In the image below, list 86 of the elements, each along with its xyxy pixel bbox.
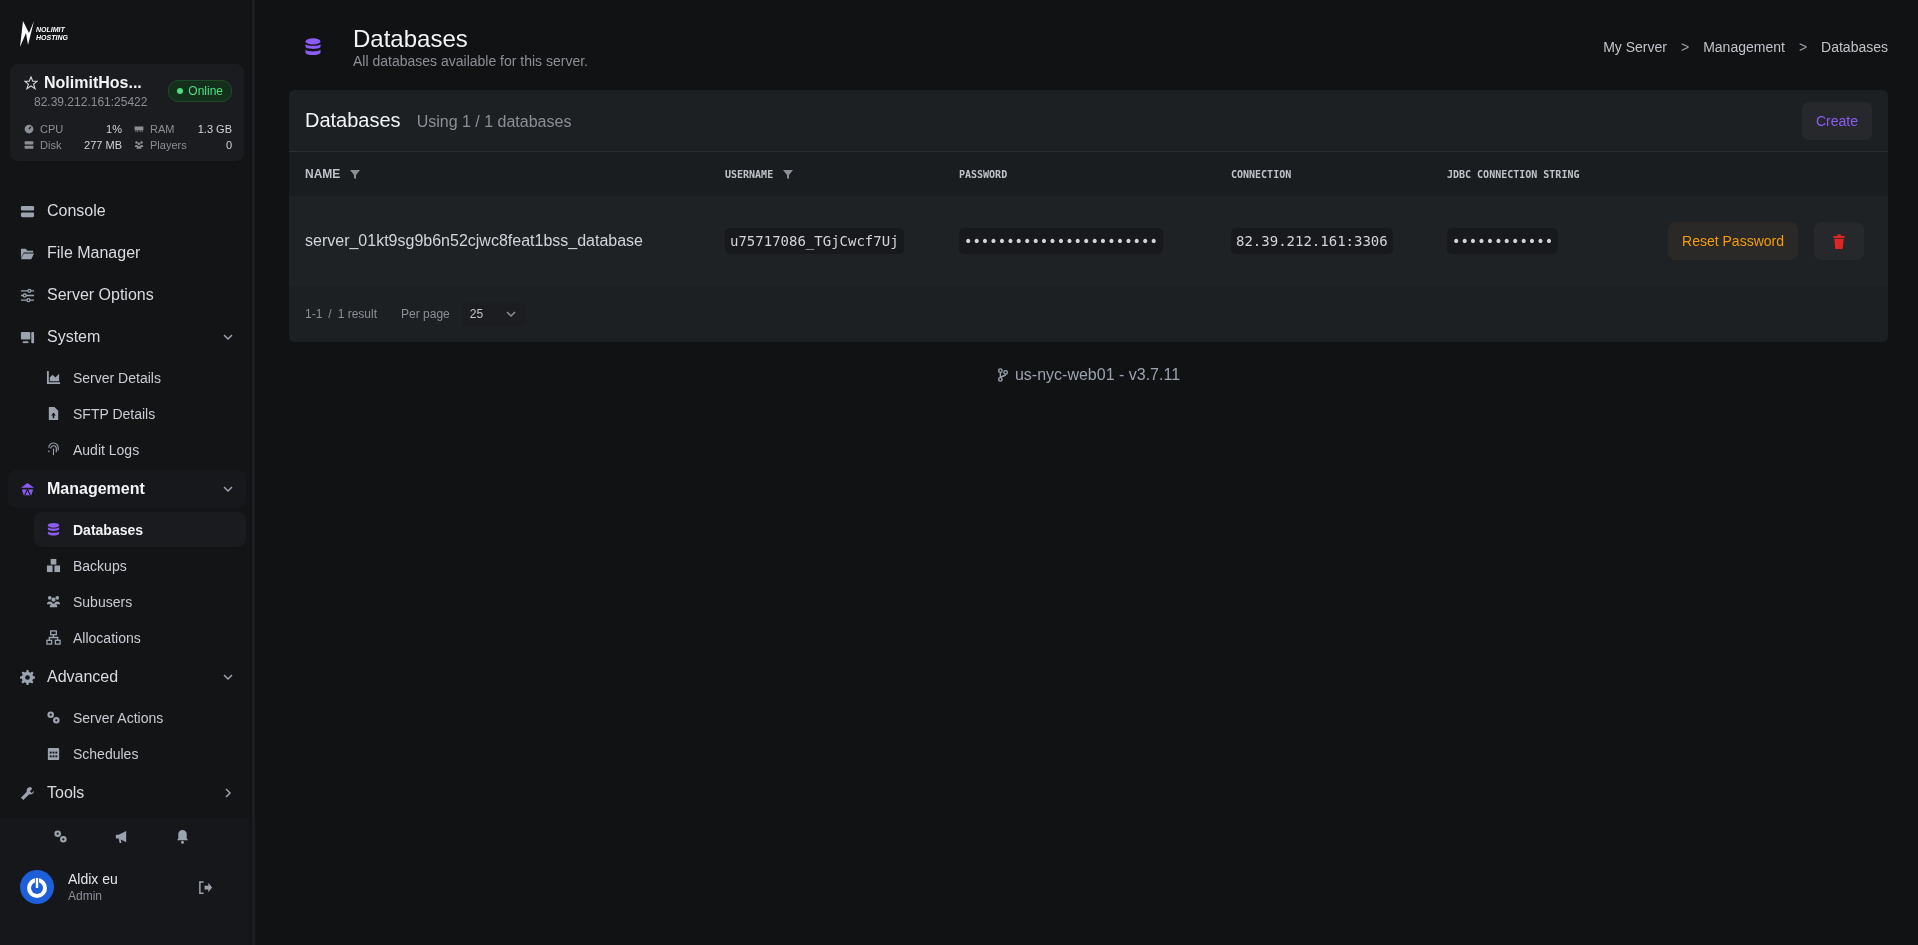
boxes-icon [46,558,61,573]
calendar-icon [46,746,61,761]
page-title: Databases [353,25,469,53]
stat-value: 1% [106,123,122,135]
result-range: 1-1 [305,307,323,321]
nav-item[interactable]: Management [8,470,246,508]
users-icon [134,140,144,150]
trash-icon [1832,233,1846,249]
nav-subitem[interactable]: Subusers [34,584,246,619]
user-role: Admin [68,889,103,903]
tiered-stand-icon [20,481,35,497]
hard-drive-icon [24,140,34,150]
create-button[interactable]: Create [1801,101,1872,140]
breadcrumb-link[interactable]: My Server [1603,39,1667,55]
stat-label: Disk [40,139,63,151]
gears-icon [46,710,61,725]
avatar-icon [20,870,54,904]
chevron-down-icon [505,308,518,320]
nav-subitem[interactable]: Server Actions [34,700,246,735]
connection-chip: 82.39.212.161:3306 [1231,228,1393,254]
gauge-icon [24,124,34,134]
star-icon [24,76,38,90]
breadcrumb-separator: > [1680,39,1690,55]
server-icon [20,203,35,219]
nav-item[interactable]: Tools [8,774,246,812]
delete-button[interactable] [1814,222,1864,260]
column-header: NAME [305,167,341,181]
breadcrumb-link[interactable]: Databases [1821,39,1888,55]
reset-password-button[interactable]: Reset Password [1668,222,1798,260]
nav-item[interactable]: Console [8,192,246,230]
nav-item[interactable]: File Manager [8,234,246,272]
nav-subitem[interactable]: Allocations [34,620,246,655]
nav-item[interactable]: Server Options [8,276,246,314]
status-badge: Online [168,80,232,102]
nav-subitem[interactable]: Schedules [34,736,246,771]
nav-item[interactable]: Advanced [8,658,246,696]
usage-text: Using 1 / 1 databases [416,113,572,131]
result-count: 1 result [337,307,378,321]
stat-value: 277 MB [84,139,122,151]
nav-subitem[interactable]: Audit Logs [34,432,246,467]
nav-subitem[interactable]: Server Details [34,360,246,395]
server-name: NolimitHos... [44,74,142,92]
server-address: 82.39.212.161:25422 [34,95,148,109]
computer-icon [20,329,35,345]
wrench-icon [20,785,35,801]
column-header: PASSWORD [959,168,1008,180]
database-icon [303,37,323,57]
gear-icon [20,669,35,685]
column-header: JDBC CONNECTION STRING [1447,168,1580,180]
megaphone-icon [114,829,129,844]
stat-label: Players [150,139,188,151]
fingerprint-icon [46,442,61,457]
file-icon [46,406,61,421]
page-subtitle: All databases available for this server. [353,53,588,69]
nav-item[interactable]: System [8,318,246,356]
column-header: USERNAME [725,168,774,180]
chart-icon [46,370,61,385]
table-cell: server_01kt9sg9b6n52cjwc8feat1bss_database [305,232,643,250]
branch-icon [996,368,1009,382]
nav-subitem[interactable]: Databases [34,512,246,547]
gears-icon [53,829,68,844]
bell-icon [175,829,190,844]
user-name: Aldix eu [68,871,119,887]
logout-icon [198,879,213,895]
password-chip: ••••••••••••••••••••••• [959,228,1163,254]
username-chip: u75717086_TGjCwcf7Uj [725,228,904,254]
network-icon [46,630,61,645]
stat-label: CPU [40,123,65,135]
version-text: us-nyc-web01 - v3.7.11 [1014,366,1181,384]
range-separator: / [328,307,332,321]
nav-subitem[interactable]: Backups [34,548,246,583]
breadcrumb-separator: > [1798,39,1808,55]
jdbc-string-chip: •••••••••••• [1447,228,1559,254]
column-header: CONNECTION [1231,168,1292,180]
stat-value: 0 [225,139,232,151]
breadcrumb-link[interactable]: Management [1703,39,1785,55]
memory-icon [134,124,144,134]
sliders-icon [20,287,35,303]
users-icon [46,594,61,609]
per-page-label: Per page [401,307,450,321]
stat-value: 1.3 GB [197,123,232,135]
panel-title: Databases [305,109,401,132]
nav-subitem[interactable]: SFTP Details [34,396,246,431]
stat-label: RAM [150,123,176,135]
database-icon [46,522,61,537]
lightning-logo-icon [20,21,34,47]
